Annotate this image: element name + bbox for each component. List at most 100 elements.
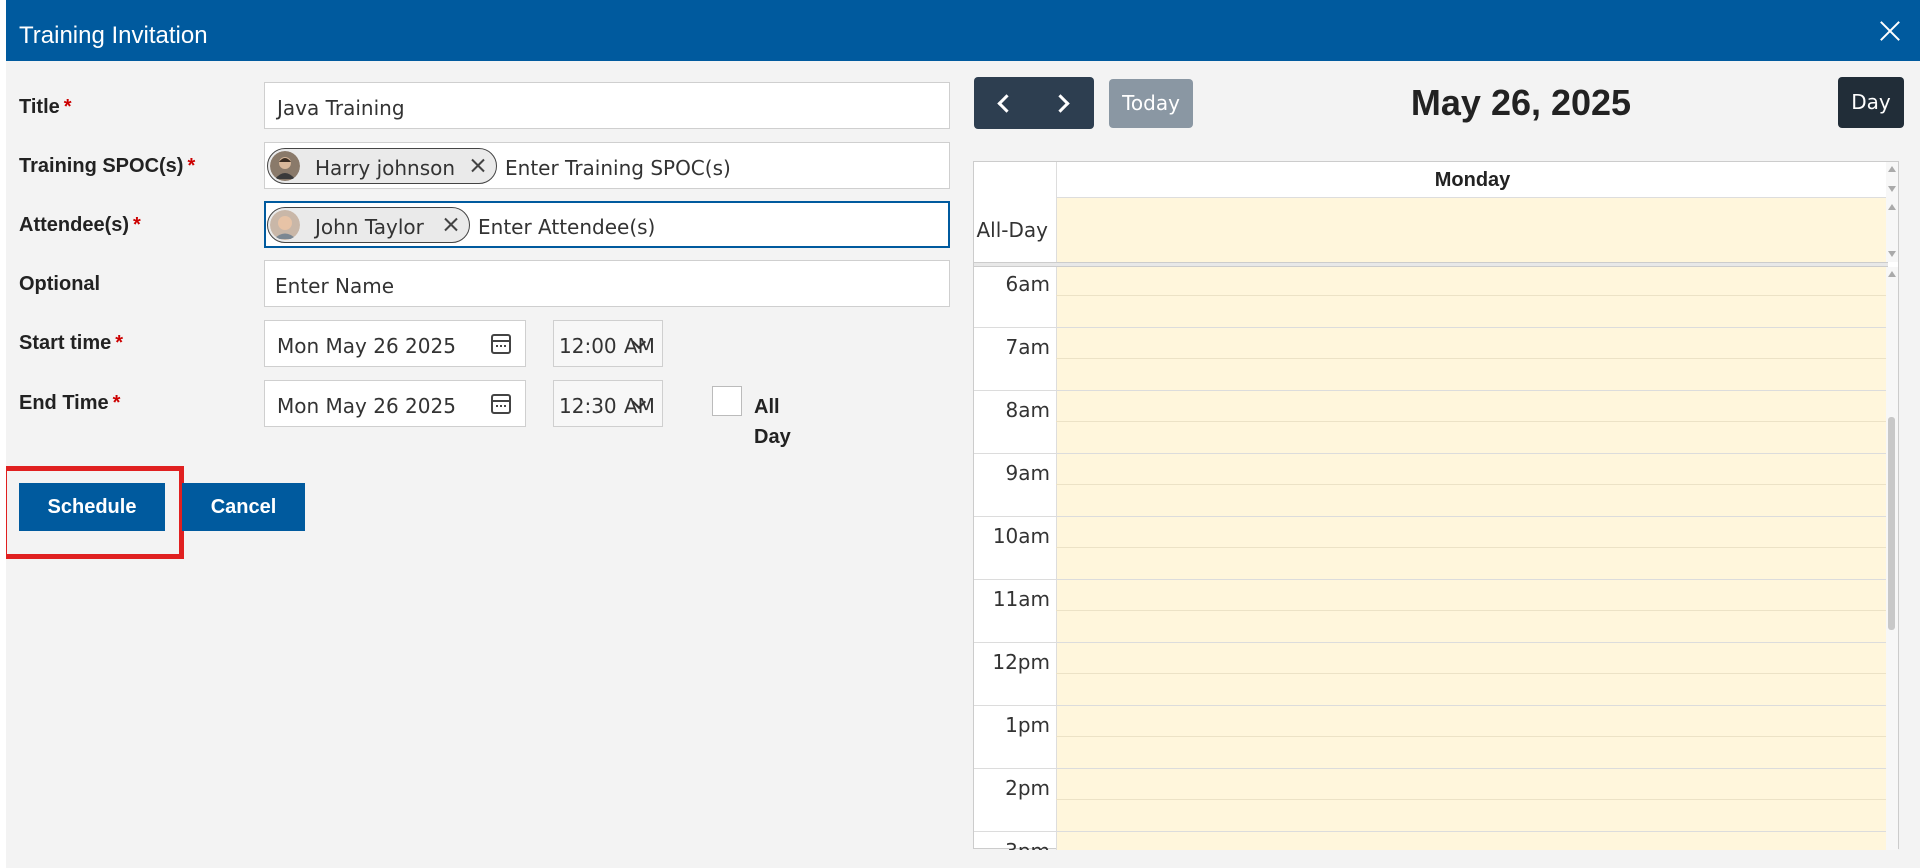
hour-row[interactable]: 2pm [974,768,1888,831]
training-invitation-dialog: Training Invitation Title * Java Training… [6,0,1920,868]
spoc-chip[interactable]: Harry johnson [267,148,497,184]
scroll-up-icon[interactable] [1888,204,1896,210]
optional-label: Optional [19,273,100,296]
required-marker: * [187,155,196,177]
remove-chip-icon[interactable] [443,216,459,232]
start-time-label-text: Start time [19,332,112,354]
all-day-checkbox[interactable] [712,386,742,416]
calendar-date-title: May 26, 2025 [1410,82,1632,123]
day-calendar: Monday All-Day 6am 7am 8am 9am 10am 11am 12pm 1… [973,161,1899,850]
end-time-label: End Time * [19,392,120,415]
start-date-picker[interactable]: Mon May 26 2025 [264,320,526,367]
start-date-value: Mon May 26 2025 [277,334,456,358]
chevron-right-icon [1051,94,1070,113]
hour-row[interactable]: 12pm [974,642,1888,705]
attendees-placeholder: Enter Attendee(s) [478,215,656,239]
dialog-title: Training Invitation [19,22,208,49]
hour-line [974,453,1888,454]
attendees-label-text: Attendee(s) [19,214,130,236]
close-icon[interactable] [1878,18,1902,42]
remove-chip-icon[interactable] [470,157,486,173]
title-value: Java Training [277,96,405,120]
hour-line [974,516,1888,517]
all-day-row-label: All-Day [976,218,1048,242]
start-time-value: 12:00 [559,334,617,358]
attendee-chip-label: John Taylor [315,215,424,239]
attendees-label: Attendee(s) * [19,214,141,237]
end-time-label-text: End Time [19,392,109,414]
required-marker: * [63,96,72,118]
scroll-up-icon[interactable] [1888,271,1896,277]
time-grid[interactable]: 6am 7am 8am 9am 10am 11am 12pm 1pm 2pm 3pm [974,267,1888,850]
calendar-icon[interactable] [491,334,511,354]
hour-line [974,768,1888,769]
hour-label: 1pm [1005,713,1050,737]
scroll-down-icon[interactable] [1888,186,1896,192]
chevron-left-icon [997,94,1016,113]
half-hour-line [1056,610,1888,611]
all-day-label: All Day [754,396,791,448]
hour-row[interactable]: 6am [974,267,1888,327]
hour-line [974,642,1888,643]
optional-field[interactable]: Enter Name [264,260,950,307]
start-time-label: Start time * [19,332,123,355]
hour-label: 3pm [974,839,1050,850]
hour-row[interactable]: 1pm [974,705,1888,768]
schedule-button[interactable]: Schedule [19,483,165,531]
all-day-cell[interactable] [1056,198,1888,262]
calendar-nav-group [974,77,1094,129]
hour-label: 12pm [992,650,1050,674]
hour-label: 8am [1005,398,1050,422]
end-date-value: Mon May 26 2025 [277,394,456,418]
prev-button[interactable] [974,77,1034,129]
hour-row[interactable]: 3pm [974,831,1888,850]
hour-row[interactable]: 10am [974,516,1888,579]
end-date-picker[interactable]: Mon May 26 2025 [264,380,526,427]
hour-row[interactable]: 11am [974,579,1888,642]
day-view-button[interactable]: Day [1838,77,1904,128]
required-marker: * [133,214,141,236]
end-time-picker[interactable]: 12:30 AM [553,380,663,427]
all-day-scrollbar[interactable] [1886,162,1898,262]
dialog-titlebar: Training Invitation [6,0,1920,61]
today-button[interactable]: Today [1109,79,1193,128]
hour-label: 6am [1005,272,1050,296]
half-hour-line [1056,358,1888,359]
half-hour-line [1056,799,1888,800]
spoc-placeholder: Enter Training SPOC(s) [505,156,731,180]
hour-line [974,831,1888,832]
attendee-chip[interactable]: John Taylor [267,207,470,243]
hour-row[interactable]: 9am [974,453,1888,516]
start-time-picker[interactable]: 12:00 AM [553,320,663,367]
required-marker: * [115,332,124,354]
half-hour-line [1056,673,1888,674]
next-button[interactable] [1034,77,1094,129]
spoc-label-text: Training SPOC(s) [19,155,184,177]
hour-label: 7am [1005,335,1050,359]
scrollbar-thumb[interactable] [1888,417,1895,630]
spoc-chip-label: Harry johnson [315,156,456,180]
attendees-field[interactable]: John Taylor Enter Attendee(s) [264,201,950,248]
hour-row[interactable]: 7am [974,327,1888,390]
optional-placeholder: Enter Name [275,274,395,298]
title-field[interactable]: Java Training [264,82,950,129]
half-hour-line [1056,295,1888,296]
hour-line [974,705,1888,706]
hour-line [974,327,1888,328]
hour-row[interactable]: 8am [974,390,1888,453]
title-label-text: Title [19,96,60,118]
hour-line [974,579,1888,580]
half-hour-line [1056,547,1888,548]
calendar-icon[interactable] [491,394,511,414]
end-time-value: 12:30 [559,394,617,418]
spoc-field[interactable]: Harry johnson Enter Training SPOC(s) [264,142,950,189]
avatar [270,210,300,240]
spoc-label: Training SPOC(s) * [19,155,195,178]
hour-label: 9am [1005,461,1050,485]
half-hour-line [1056,484,1888,485]
scroll-up-icon[interactable] [1888,166,1896,172]
scroll-down-icon[interactable] [1888,251,1896,257]
half-hour-line [1056,421,1888,422]
time-grid-scrollbar[interactable] [1886,267,1898,850]
cancel-button[interactable]: Cancel [182,483,305,531]
